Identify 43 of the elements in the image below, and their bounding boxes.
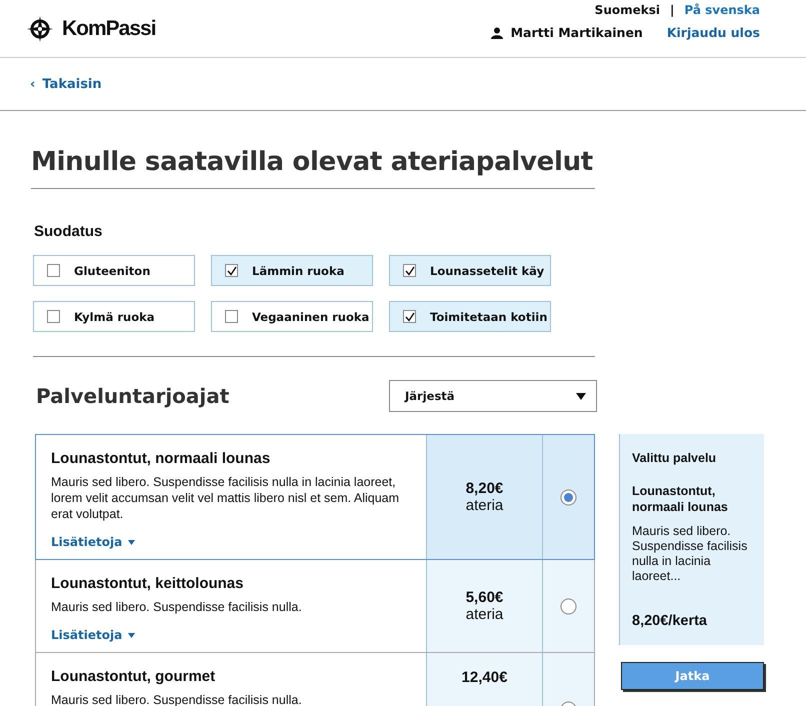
- provider-name: Lounastontut, normaali lounas: [51, 450, 272, 467]
- section-heading: Palveluntarjoajat: [35, 384, 230, 408]
- more-info-link[interactable]: Lisätietoja: [51, 628, 136, 642]
- page-title: Minulle saatavilla olevat ateriapalvelut: [31, 147, 595, 189]
- radio-button[interactable]: [560, 488, 577, 506]
- user-name: Martti Martikainen: [510, 25, 643, 40]
- checkmark-icon: [404, 312, 414, 322]
- logout-link[interactable]: Kirjaudu ulos: [666, 25, 760, 40]
- price: 8,20€: [466, 480, 504, 497]
- brand-name: KomPassi: [62, 17, 156, 41]
- back-link[interactable]: ‹ Takaisin: [30, 76, 102, 92]
- filter-checkbox[interactable]: Toimitetaan kotiin: [389, 301, 551, 332]
- filter-checkbox[interactable]: Kylmä ruoka: [33, 301, 195, 332]
- sort-dropdown[interactable]: Järjestä: [389, 380, 597, 412]
- summary-heading: Valittu palvelu: [632, 451, 718, 465]
- compass-logo-icon: [26, 15, 54, 43]
- checkmark-icon: [404, 266, 414, 276]
- provider-name: Lounastontut, gourmet: [51, 668, 216, 685]
- filter-checkbox[interactable]: Gluteeniton: [33, 255, 195, 286]
- language-link[interactable]: Suomeksi: [594, 3, 660, 17]
- user-icon: [490, 26, 503, 38]
- price: 12,40€: [462, 669, 508, 686]
- summary-service-name: Lounastontut, normaali lounas: [632, 483, 729, 515]
- filter-heading: Suodatus: [34, 223, 104, 240]
- price-unit: ateria: [466, 497, 504, 514]
- language-separator: |: [670, 3, 674, 17]
- more-info-link[interactable]: Lisätietoja: [51, 535, 136, 549]
- price: 5,60€: [466, 589, 504, 606]
- filter-checkbox[interactable]: Lounassetelit käy: [389, 255, 551, 286]
- provider-description: Mauris sed libero. Suspendisse facilisis nulla in lacinia laoreet, lorem velit accumsan velit vel mattis libero nisl et sem. Aliquam erat volutpat.: [51, 474, 400, 522]
- provider-description: Mauris sed libero. Suspendisse facilisis nulla.: [51, 599, 303, 615]
- filter-checkbox[interactable]: Lämmin ruoka: [211, 255, 373, 286]
- language-link[interactable]: På svenska: [684, 3, 760, 17]
- dropdown-arrow-icon: [576, 392, 586, 400]
- checkmark-icon: [226, 266, 236, 276]
- provider-name: Lounastontut, keittolounas: [51, 575, 244, 592]
- price-unit: ateria: [466, 606, 504, 623]
- summary-price: 8,20€/kerta: [632, 613, 708, 629]
- summary-description: Mauris sed libero. Suspendisse facilisis nulla in lacinia laoreet...: [632, 524, 748, 584]
- filter-checkbox[interactable]: Vegaaninen ruoka: [211, 301, 373, 332]
- radio-button[interactable]: [560, 598, 577, 614]
- caret-icon: [128, 540, 136, 544]
- caret-icon: [128, 632, 136, 638]
